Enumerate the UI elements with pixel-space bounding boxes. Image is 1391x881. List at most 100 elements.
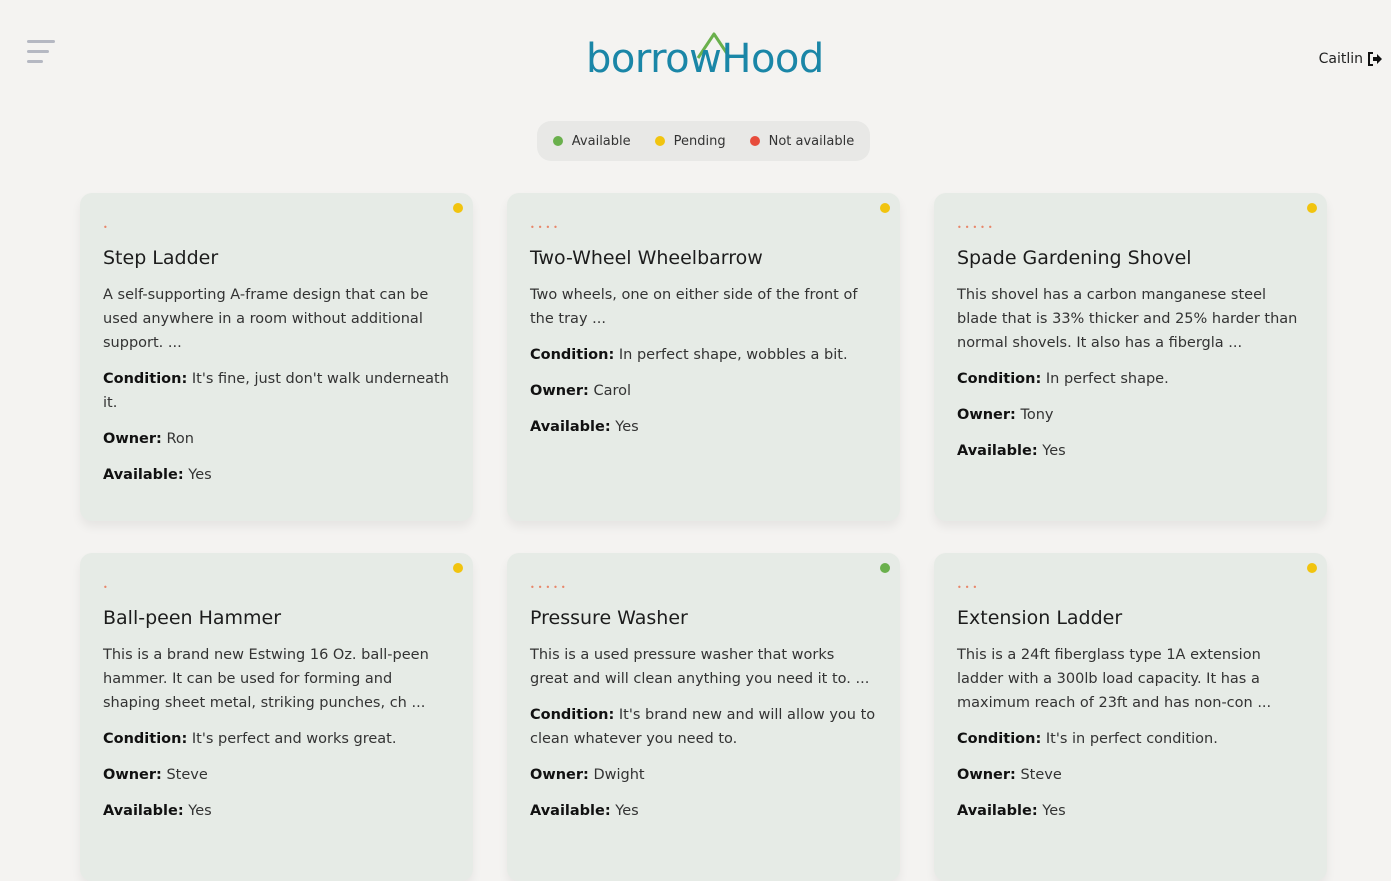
item-card[interactable]: • Ball-peen Hammer This is a brand new E… [80,553,473,881]
item-availability: Available: Yes [103,799,449,823]
available-value: Yes [1042,803,1066,819]
available-value: Yes [615,803,639,819]
user-logout[interactable]: Caitlin [1319,51,1383,67]
item-condition: Condition: In perfect shape. [957,367,1303,391]
legend-item: Available [552,133,631,149]
owner-value: Carol [593,383,632,399]
sign-out-icon[interactable] [1367,52,1383,66]
legend-label: Available [571,133,631,149]
item-title: Step Ladder [103,247,219,269]
item-owner: Owner: Tony [957,403,1303,427]
legend-item: Pending [654,133,726,149]
item-title: Pressure Washer [530,607,688,629]
user-name: Caitlin [1318,51,1363,67]
available-label: Available: [103,467,184,483]
item-title: Two-Wheel Wheelbarrow [530,247,763,269]
status-legend: Available Pending Not available [537,121,870,161]
item-description: This shovel has a carbon manganese steel… [957,287,1298,351]
condition-label: Condition: [530,707,615,723]
available-value: Yes [1042,443,1066,459]
item-owner: Owner: Dwight [530,763,876,787]
owner-label: Owner: [103,431,162,447]
item-card[interactable]: ••••• Spade Gardening Shovel This shovel… [934,193,1327,521]
condition-label: Condition: [103,731,188,747]
header: borrowHood Caitlin [0,0,1391,110]
available-value: Yes [188,803,212,819]
rating-stars: • [103,223,111,232]
item-condition: Condition: It's fine, just don't walk un… [103,367,449,415]
condition-label: Condition: [957,731,1042,747]
item-availability: Available: Yes [530,799,876,823]
available-label: Available: [957,803,1038,819]
rating-stars: ••• [957,583,981,592]
item-condition: Condition: It's perfect and works great. [103,727,449,751]
status-dot-icon [654,136,665,146]
status-dot-icon [453,203,463,213]
item-card[interactable]: ••• Extension Ladder This is a 24ft fibe… [934,553,1327,881]
owner-value: Steve [166,767,208,783]
status-dot-icon [749,136,760,146]
item-title: Ball-peen Hammer [103,607,282,629]
rating-stars: ••••• [530,583,569,592]
item-availability: Available: Yes [530,415,876,439]
item-condition: Condition: In perfect shape, wobbles a b… [530,343,876,367]
item-owner: Owner: Ron [103,427,449,451]
condition-value: In perfect shape. [1045,371,1169,387]
owner-value: Steve [1020,767,1062,783]
item-description: This is a 24ft fiberglass type 1A extens… [957,647,1272,711]
available-value: Yes [615,419,639,435]
item-availability: Available: Yes [957,439,1303,463]
status-dot-icon [880,203,890,213]
status-dot-icon [453,563,463,573]
condition-label: Condition: [530,347,615,363]
item-card[interactable]: • Step Ladder A self-supporting A-frame … [80,193,473,521]
item-owner: Owner: Steve [103,763,449,787]
owner-label: Owner: [957,767,1016,783]
item-availability: Available: Yes [957,799,1303,823]
condition-value: It's in perfect condition. [1045,731,1218,747]
logo[interactable]: borrowHood [586,26,826,86]
status-dot-icon [1307,563,1317,573]
item-owner: Owner: Steve [957,763,1303,787]
owner-value: Tony [1020,407,1054,423]
condition-value: In perfect shape, wobbles a bit. [618,347,848,363]
owner-label: Owner: [103,767,162,783]
owner-label: Owner: [957,407,1016,423]
legend-item: Not available [749,133,855,149]
owner-label: Owner: [530,383,589,399]
item-grid: • Step Ladder A self-supporting A-frame … [80,193,1327,881]
item-description: This is a brand new Estwing 16 Oz. ball-… [103,647,429,711]
owner-value: Dwight [593,767,645,783]
hamburger-menu-icon[interactable] [27,40,57,66]
rating-stars: • [103,583,111,592]
item-title: Extension Ladder [957,607,1123,629]
item-description: A self-supporting A-frame design that ca… [103,287,429,351]
status-dot-icon [1307,203,1317,213]
available-label: Available: [530,803,611,819]
status-dot-icon [552,136,563,146]
available-value: Yes [188,467,212,483]
legend-label: Pending [673,133,726,149]
rating-stars: •••• [530,223,561,232]
item-title: Spade Gardening Shovel [957,247,1192,269]
item-condition: Condition: It's in perfect condition. [957,727,1303,751]
condition-label: Condition: [103,371,188,387]
logo-text: borrowHood [586,36,824,82]
status-dot-icon [880,563,890,573]
item-card[interactable]: ••••• Pressure Washer This is a used pre… [507,553,900,881]
owner-value: Ron [166,431,194,447]
rating-stars: ••••• [957,223,996,232]
available-label: Available: [103,803,184,819]
item-availability: Available: Yes [103,463,449,487]
item-description: This is a used pressure washer that work… [530,647,870,687]
item-card[interactable]: •••• Two-Wheel Wheelbarrow Two wheels, o… [507,193,900,521]
legend-label: Not available [768,133,855,149]
condition-value: It's perfect and works great. [191,731,397,747]
item-condition: Condition: It's brand new and will allow… [530,703,876,751]
available-label: Available: [530,419,611,435]
item-description: Two wheels, one on either side of the fr… [530,287,858,327]
condition-label: Condition: [957,371,1042,387]
item-owner: Owner: Carol [530,379,876,403]
available-label: Available: [957,443,1038,459]
owner-label: Owner: [530,767,589,783]
